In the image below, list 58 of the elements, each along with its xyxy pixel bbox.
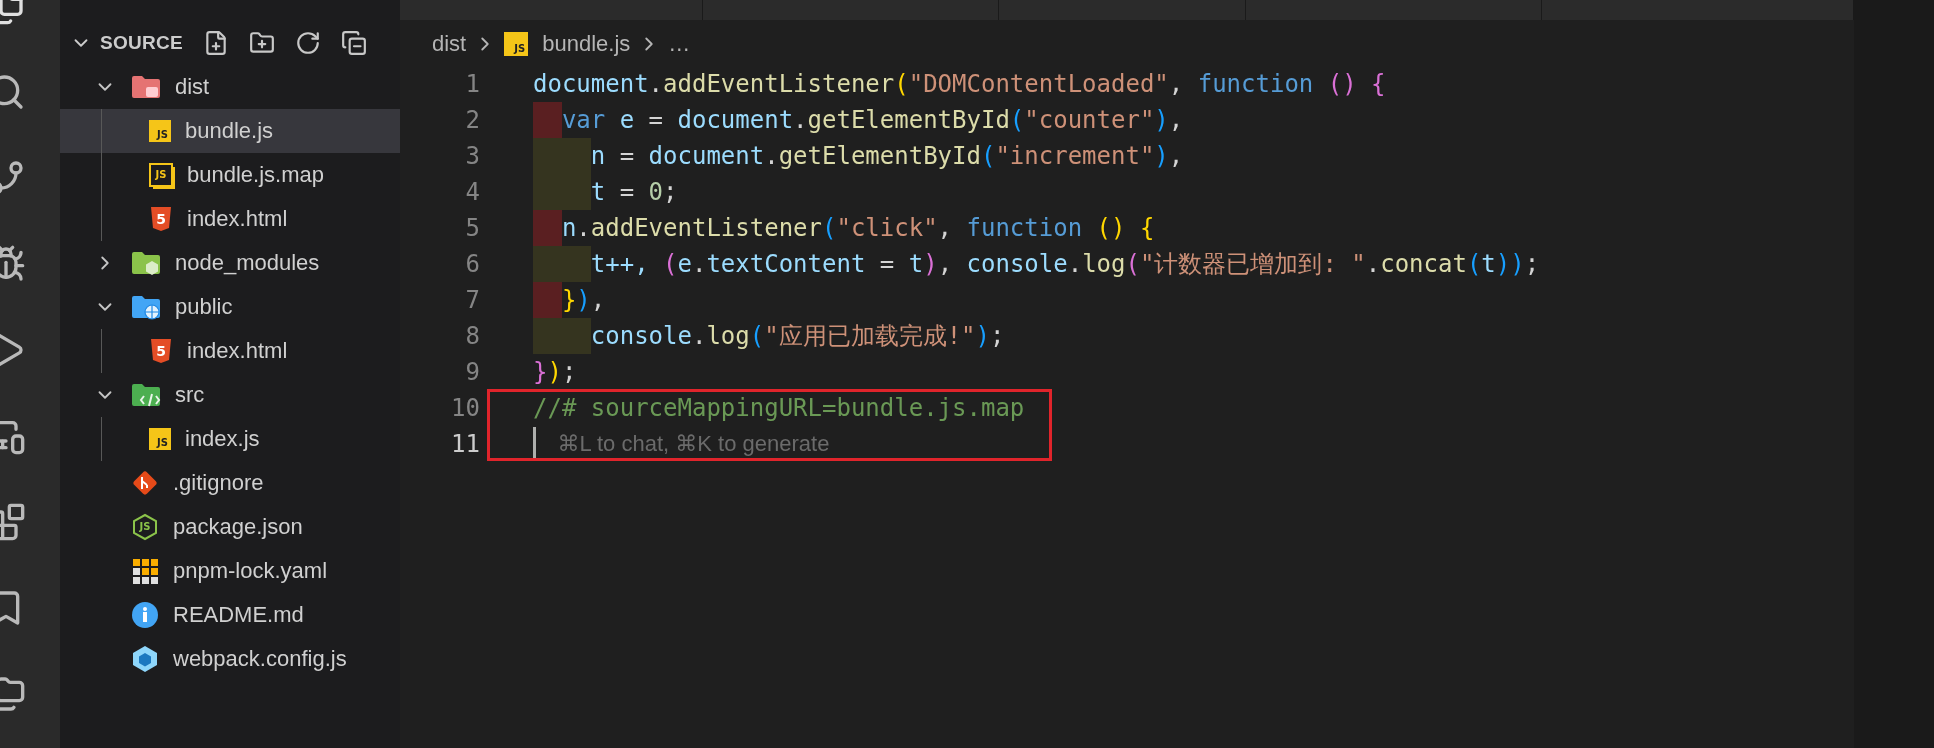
code-line: t = 0; xyxy=(590,178,678,206)
code-line: n = document.getElementById("increment"), xyxy=(590,142,1184,170)
line-number: 4 xyxy=(464,178,481,206)
code-line: var e = document.getElementById("counter"), xyxy=(561,106,1184,134)
line-number: 10 xyxy=(450,394,481,422)
line-number: 9 xyxy=(464,358,481,386)
grid-file-icon xyxy=(131,557,159,585)
file-item[interactable]: pnpm-lock.yaml xyxy=(60,549,400,593)
breadcrumb-item[interactable]: bundle.js xyxy=(542,31,631,57)
code-line: //# sourceMappingURL=bundle.js.map xyxy=(533,394,1025,422)
js-file-icon: JS xyxy=(504,32,529,56)
text-cursor xyxy=(533,427,536,461)
folder-icon xyxy=(131,250,161,276)
folder-item[interactable]: dist xyxy=(60,65,400,109)
section-title: SOURCE xyxy=(100,32,184,54)
folder-icon xyxy=(131,74,161,100)
code-line: }), xyxy=(561,286,606,314)
file-item[interactable]: JS index.js xyxy=(60,417,400,461)
file-item[interactable]: webpack.config.js xyxy=(60,637,400,681)
file-item[interactable]: README.md xyxy=(60,593,400,637)
collapse-icon[interactable] xyxy=(341,30,368,56)
inline-hint: ⌘L to chat, ⌘K to generate xyxy=(557,431,830,457)
line-number: 3 xyxy=(464,142,481,170)
new-folder-icon[interactable] xyxy=(249,30,276,56)
line-number: 6 xyxy=(464,250,481,278)
line-number: 1 xyxy=(464,70,481,98)
line-number: 7 xyxy=(464,286,481,314)
code-line: console.log("应用已加载完成!"); xyxy=(590,321,1005,352)
file-item[interactable]: 5 index.html xyxy=(60,197,400,241)
cube-icon xyxy=(131,645,159,673)
js-map-file-icon: JS xyxy=(149,163,173,187)
code-line: n.addEventListener("click", function () { xyxy=(561,214,1155,242)
line-number: 11 xyxy=(450,430,481,458)
folder-item[interactable]: public xyxy=(60,285,400,329)
breadcrumb-item[interactable]: dist xyxy=(432,31,467,57)
folder-item[interactable]: node_modules xyxy=(60,241,400,285)
file-item[interactable]: .gitignore xyxy=(60,461,400,505)
line-number: 2 xyxy=(464,106,481,134)
code-line: document.addEventListener("DOMContentLoaded", function () { xyxy=(533,70,1386,98)
folder-item[interactable]: src xyxy=(60,373,400,417)
code-line: t++, (e.textContent = t), console.log("计数器已增加到: ".concat(t)); xyxy=(590,249,1540,280)
line-number: 5 xyxy=(464,214,481,242)
folder-icon xyxy=(131,294,161,320)
line-number: 8 xyxy=(464,322,481,350)
file-item[interactable]: JS bundle.js.map xyxy=(60,153,400,197)
info-icon xyxy=(131,601,159,629)
code-line: }); xyxy=(533,358,577,386)
html-file-icon: 5 xyxy=(149,338,173,364)
refresh-icon[interactable] xyxy=(295,30,322,56)
folder-icon xyxy=(131,382,161,408)
file-item[interactable]: JS package.json xyxy=(60,505,400,549)
node-file-icon: JS xyxy=(131,514,159,540)
html-file-icon: 5 xyxy=(149,206,173,232)
js-file-icon: JS xyxy=(149,428,171,450)
breadcrumb-more[interactable]: … xyxy=(668,31,691,57)
file-item[interactable]: 5 index.html xyxy=(60,329,400,373)
file-item[interactable]: JS bundle.js xyxy=(60,109,400,153)
js-file-icon: JS xyxy=(149,120,171,142)
